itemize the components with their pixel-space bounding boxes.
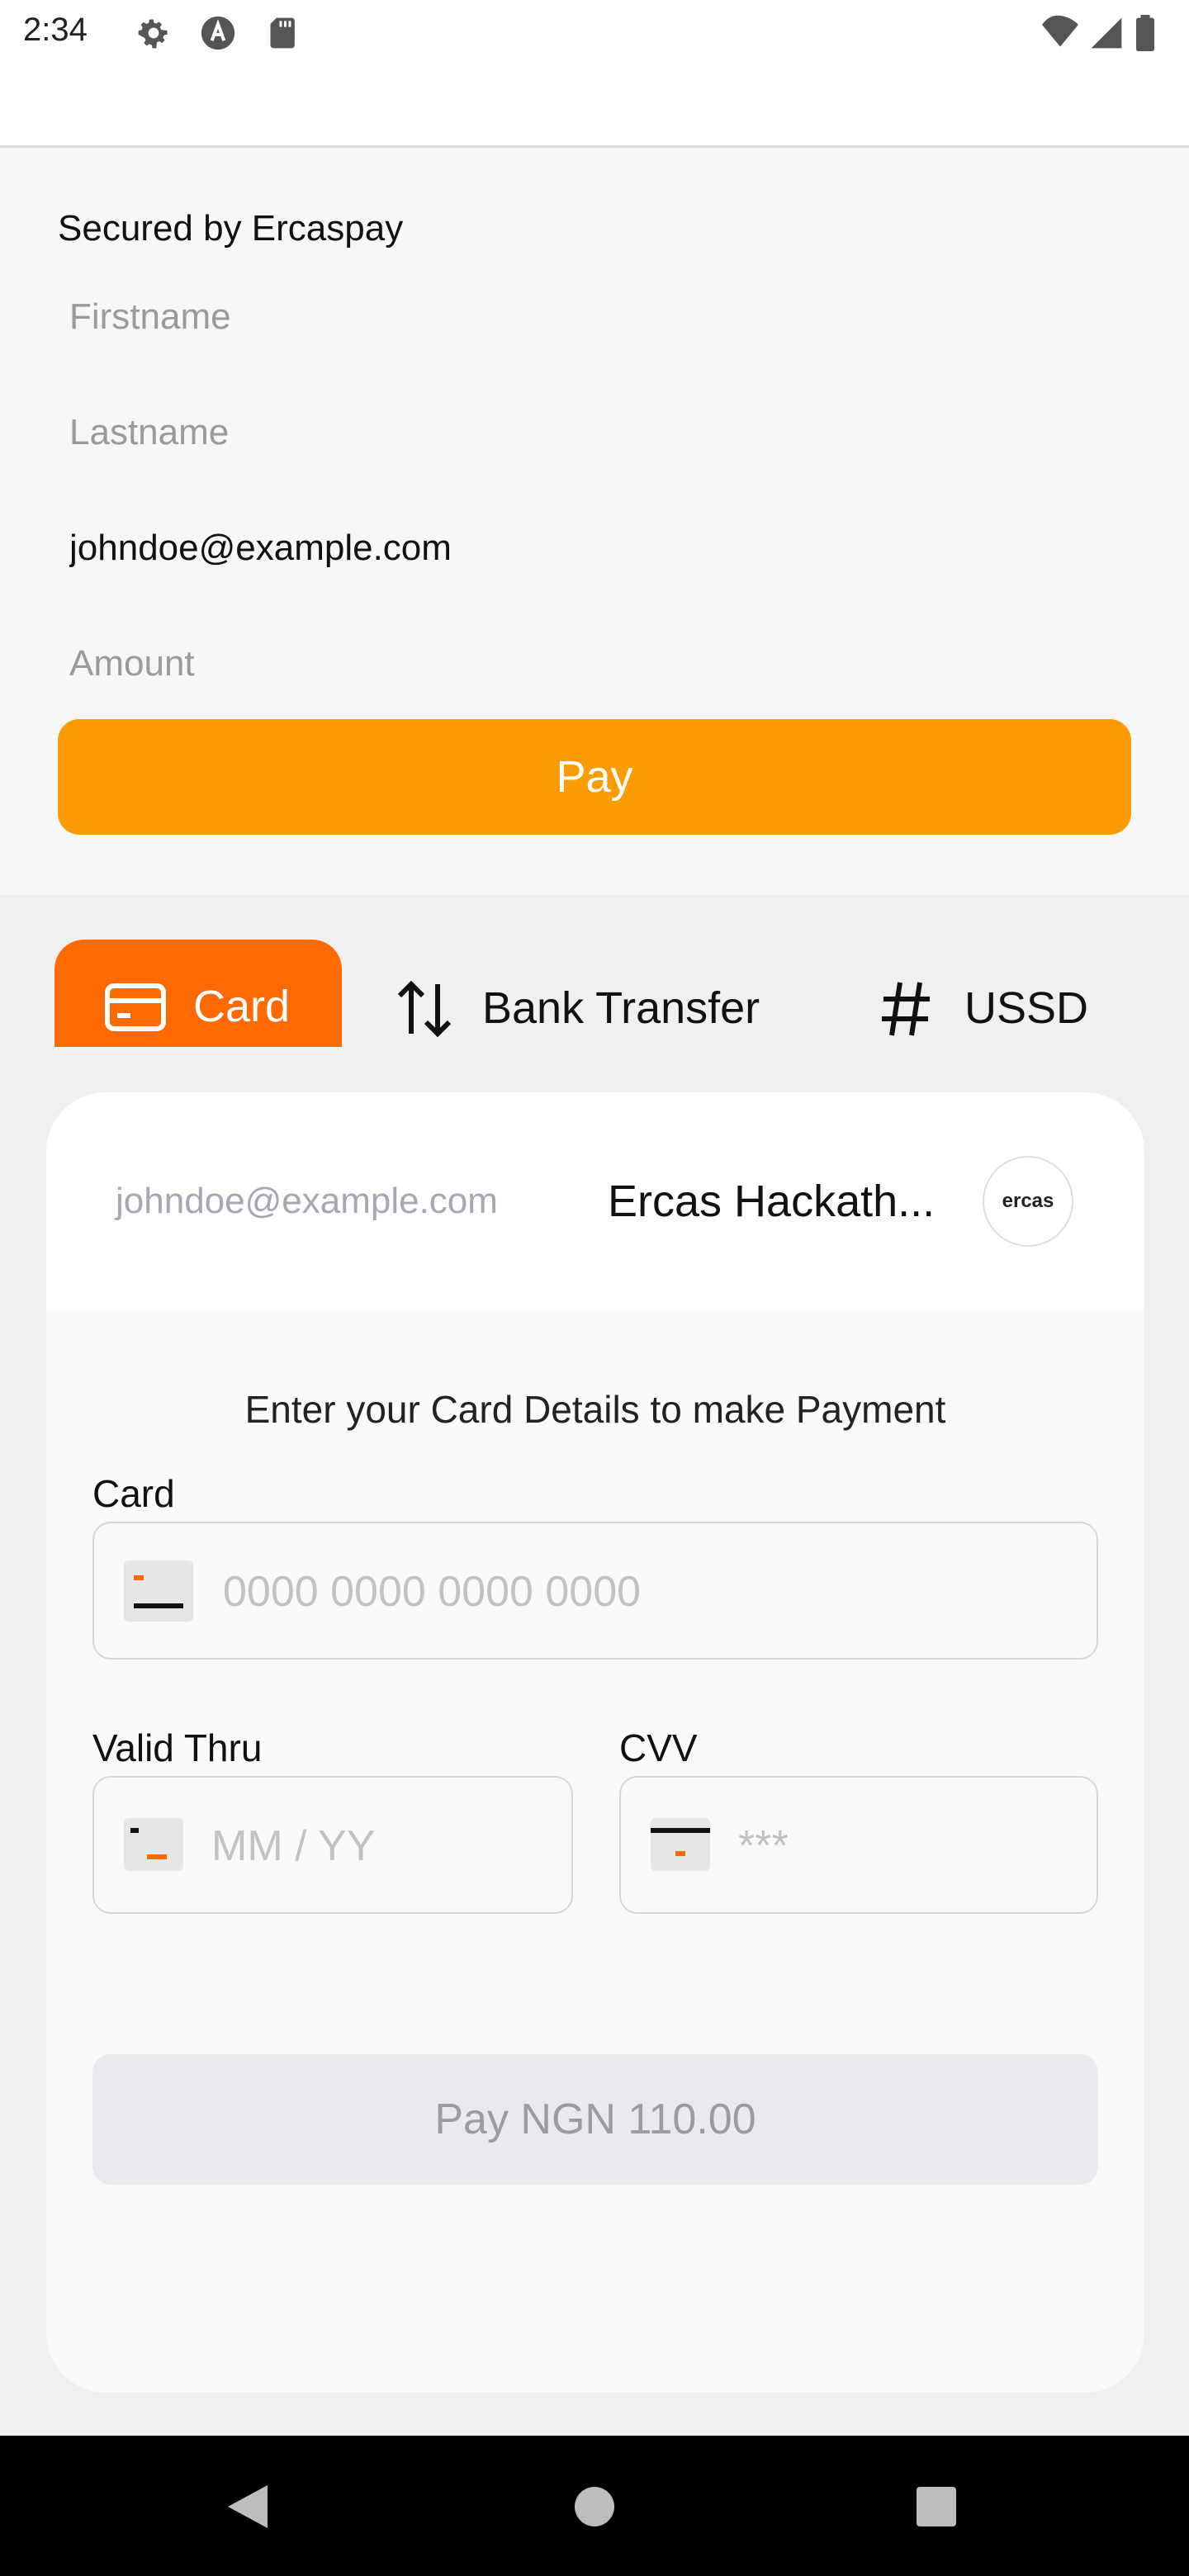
recents-icon[interactable] [915,2485,958,2528]
hash-icon [882,982,930,1036]
status-time: 2:34 [23,12,88,48]
firstname-field[interactable] [58,276,1131,358]
a-circle-icon [201,16,235,50]
card-expiry-icon [124,1818,183,1871]
top-header [0,69,1189,148]
card-number-input[interactable] [221,1562,1067,1622]
back-icon[interactable] [225,2482,271,2531]
valid-thru-input[interactable] [210,1816,552,1876]
signal-icon [1091,17,1122,49]
valid-thru-label: Valid Thru [92,1726,263,1769]
tab-ussd[interactable]: USSD [964,983,1088,1034]
home-icon[interactable] [573,2485,616,2528]
wifi-icon [1042,15,1078,47]
pay-ngn-button[interactable]: Pay NGN 110.00 [92,2054,1098,2185]
battery-icon [1136,15,1154,51]
cvv-label: CVV [619,1726,698,1769]
card-cvv-icon [651,1818,710,1871]
card-chip-icon [124,1560,193,1622]
tab-bank-transfer[interactable]: Bank Transfer [482,983,760,1034]
status-bar [0,0,1189,69]
customer-email: johndoe@example.com [116,1181,498,1221]
gear-icon [138,19,168,49]
credit-card-icon [105,983,166,1031]
cvv-input[interactable] [737,1816,1070,1876]
merchant-name: Ercas Hackath... [608,1177,936,1226]
card-label: Card [92,1472,175,1515]
sd-card-icon [270,17,295,49]
arrows-up-down-icon [397,980,452,1038]
email-field[interactable] [58,507,1131,590]
lastname-field[interactable] [58,391,1131,474]
amount-field[interactable] [58,623,1131,705]
secured-by-label: Secured by Ercaspay [58,208,404,249]
logo-text: ercas [1002,1190,1054,1212]
merchant-logo: ercas [983,1156,1073,1247]
card-instruction: Enter your Card Details to make Payment [244,1388,946,1431]
tab-card-label: Card [193,982,291,1031]
pay-button[interactable]: Pay [58,719,1131,835]
